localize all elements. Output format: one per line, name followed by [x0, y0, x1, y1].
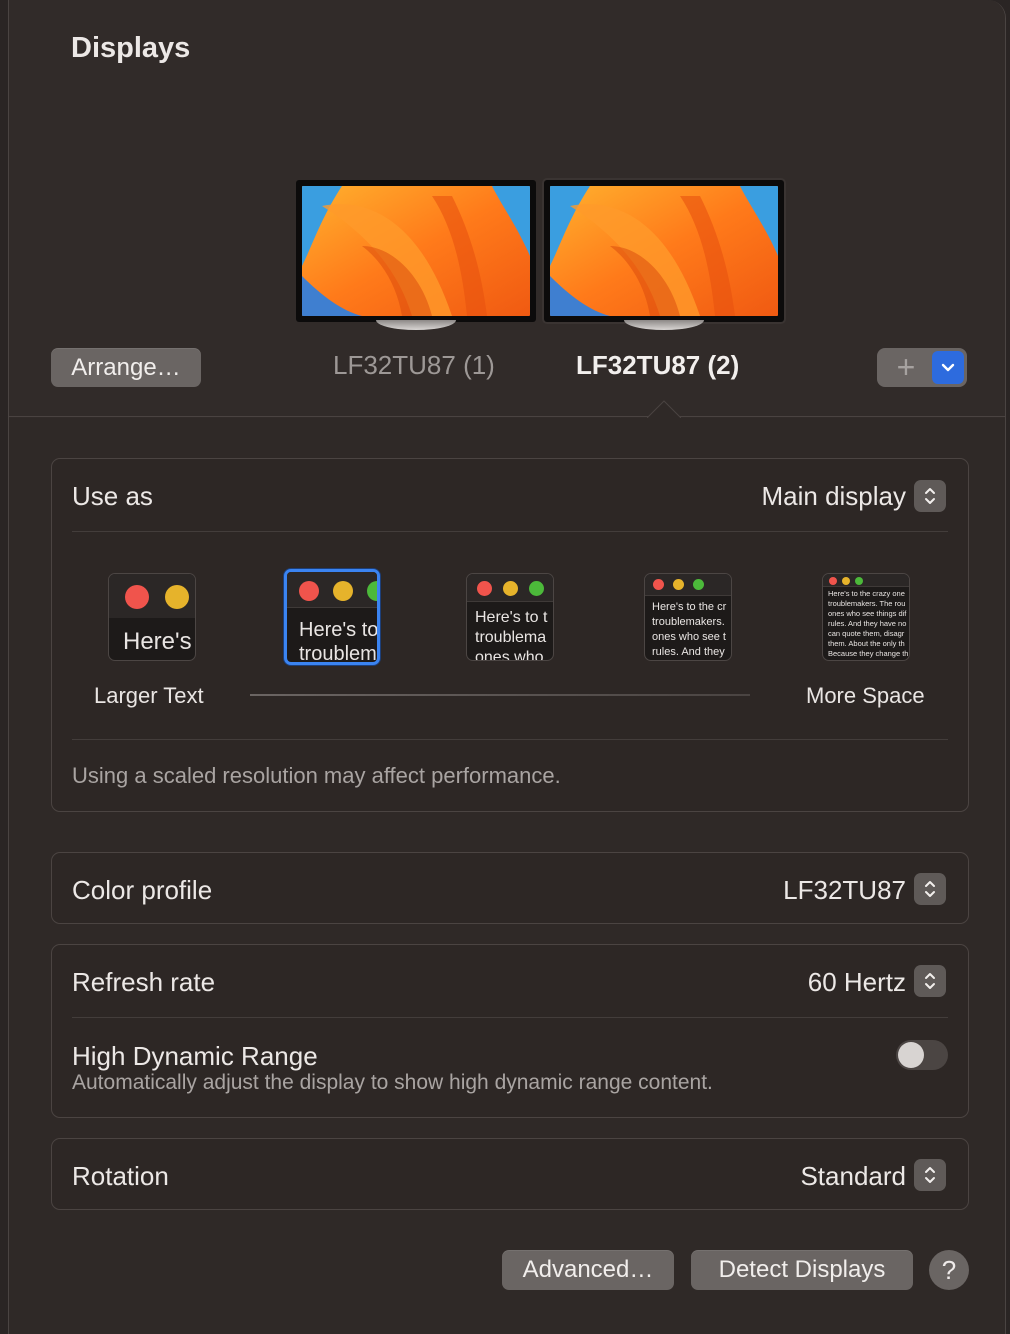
divider — [72, 531, 948, 532]
divider — [72, 739, 948, 740]
page-title: Displays — [71, 32, 191, 64]
arrange-button[interactable]: Arrange… — [51, 348, 201, 387]
refresh-hdr-card: Refresh rate 60 Hertz High Dynamic Range… — [51, 944, 969, 1118]
rotation-label: Rotation — [72, 1161, 169, 1191]
divider — [72, 1017, 948, 1018]
chevron-up-down-icon — [925, 1167, 935, 1183]
color-profile-card: Color profile LF32TU87 — [51, 852, 969, 924]
resolution-scale-line — [250, 694, 750, 696]
refresh-rate-value[interactable]: 60 Hertz — [808, 967, 906, 998]
chevron-down-icon — [941, 363, 955, 371]
monitor-2-label[interactable]: LF32TU87 (2) — [576, 350, 739, 381]
monitor-stand — [624, 320, 704, 330]
add-display-dropdown[interactable] — [932, 351, 964, 384]
resolution-option-4[interactable]: Here's to the cr troublemakers. ones who… — [644, 573, 732, 661]
rotation-value[interactable]: Standard — [800, 1161, 906, 1192]
monitor-1-bezel — [296, 180, 536, 322]
color-profile-value[interactable]: LF32TU87 — [783, 875, 906, 906]
help-button[interactable]: ? — [929, 1250, 969, 1290]
color-profile-stepper[interactable] — [914, 873, 946, 905]
more-space-label: More Space — [806, 683, 925, 708]
add-display-button[interactable]: + — [891, 348, 921, 387]
refresh-rate-label: Refresh rate — [72, 967, 216, 997]
resolution-option-5[interactable]: Here's to the crazy one troublemakers. T… — [822, 573, 910, 661]
display-settings: Use as Main display Here's Here's to tro… — [9, 418, 1005, 1334]
resolution-option-2[interactable]: Here's to troublem — [284, 569, 380, 665]
use-as-value[interactable]: Main display — [761, 481, 906, 512]
monitor-1-label[interactable]: LF32TU87 (1) — [333, 350, 495, 381]
hdr-toggle[interactable] — [896, 1040, 948, 1070]
monitor-1[interactable] — [296, 180, 536, 332]
hdr-label: High Dynamic Range — [72, 1041, 318, 1071]
resolution-option-3[interactable]: Here's to t troublema ones who — [466, 573, 554, 661]
use-as-card: Use as Main display Here's Here's to tro… — [51, 458, 969, 812]
displays-window: Displays Arrange… LF32TU87 (1) LF32TU87 … — [8, 0, 1006, 1334]
rotation-stepper[interactable] — [914, 1159, 946, 1191]
display-arrangement-area: Displays Arrange… LF32TU87 (1) LF32TU87 … — [9, 0, 1005, 418]
add-display-group: + — [877, 348, 967, 387]
chevron-up-down-icon — [925, 973, 935, 989]
color-profile-label: Color profile — [72, 875, 213, 905]
chevron-up-down-icon — [925, 488, 935, 504]
advanced-button[interactable]: Advanced… — [502, 1250, 674, 1290]
selection-pointer — [647, 400, 681, 418]
rotation-card: Rotation Standard — [51, 1138, 969, 1210]
wallpaper-image — [302, 186, 530, 316]
wallpaper-image — [550, 186, 778, 316]
resolution-option-1[interactable]: Here's — [108, 573, 196, 661]
larger-text-label: Larger Text — [94, 683, 204, 708]
use-as-stepper[interactable] — [914, 480, 946, 512]
performance-note: Using a scaled resolution may affect per… — [72, 763, 561, 788]
use-as-label: Use as — [72, 481, 153, 511]
monitor-2[interactable] — [544, 180, 784, 332]
hdr-description: Automatically adjust the display to show… — [72, 1071, 713, 1094]
refresh-rate-stepper[interactable] — [914, 965, 946, 997]
toggle-knob — [898, 1042, 924, 1068]
chevron-up-down-icon — [925, 881, 935, 897]
detect-displays-button[interactable]: Detect Displays — [691, 1250, 913, 1290]
monitor-2-bezel — [544, 180, 784, 322]
monitor-stand — [376, 320, 456, 330]
